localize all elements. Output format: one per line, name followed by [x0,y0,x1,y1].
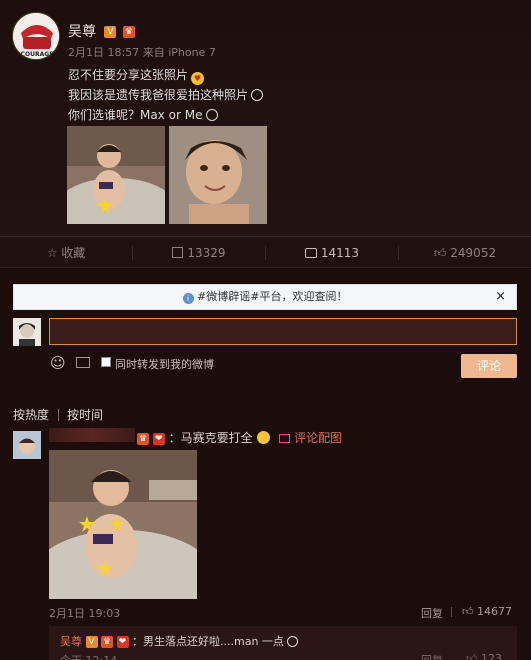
sub-comment-like-button[interactable]: 👍︎ 123 [466,652,502,660]
wink-emoji-icon [206,109,219,121]
repost-button[interactable]: 13329 [133,237,265,269]
comment-text: ：马赛克要打全 [168,431,253,445]
thumbs-up-icon: 👍︎ [466,652,478,660]
sort-divider [58,409,59,421]
comment-button[interactable]: 14113 [266,237,398,269]
commenter-avatar[interactable] [13,431,41,459]
like-button[interactable]: 👍︎ 249052 [399,237,531,269]
blurred-commenter-name[interactable] [49,428,135,442]
sub-comment-line: 吴尊 V ♛ ❤ ：男生落点还好啦....man 一点 [60,633,299,649]
image-upload-icon[interactable] [76,357,90,368]
notice-text[interactable]: #微博辟谣#平台，欢迎查阅！ [197,290,347,303]
grin-emoji-icon [251,89,264,101]
emoji-icon[interactable]: ☺ [50,354,66,372]
red-badge-icon: ❤ [152,432,165,445]
notice-close-button[interactable]: × [495,285,506,309]
source-prefix: 来自 [142,46,165,59]
post-action-bar: ☆ 收藏 13329 14113 👍︎ 249052 [0,236,531,268]
red-badge-icon: ❤ [116,636,129,648]
post-time[interactable]: 2月1日 18:57 [68,46,139,59]
sort-by-hot-tab[interactable]: 按热度 [13,406,49,423]
my-avatar[interactable] [13,318,41,346]
thumbs-up-icon: 👍︎ [462,605,474,618]
comment-image[interactable] [49,450,197,599]
author-name[interactable]: 吴尊 [68,24,96,40]
heart-eyes-emoji-icon: ♥ [191,72,205,85]
repost-icon [172,247,184,258]
rumor-notice: i #微博辟谣#平台，欢迎查阅！ × [13,284,517,310]
vip-crown-icon: ♛ [137,432,149,445]
comment-text-line: ♛ ❤ ：马赛克要打全 评论配图 [137,429,342,446]
post-meta: 2月1日 18:57 来自 iPhone 7 [68,44,216,60]
sub-comment-reply-button[interactable]: 回复 [421,652,443,660]
comment-icon [304,248,317,258]
reply-divider [451,607,452,617]
sub-comment-author[interactable]: 吴尊 [60,635,82,648]
thumbs-up-icon: 👍︎ [433,246,447,260]
sub-comment-time: 今天 12:14 [60,652,117,660]
comment-input[interactable] [49,318,517,345]
post-line-1: 忍不住要分享这张照片 ♥ [68,66,205,85]
post-line-3: 你们选谁呢？Max or Me [68,106,219,123]
submit-comment-button[interactable]: 评论 [461,354,517,378]
star-icon: ☆ [46,246,58,260]
post-photo-2[interactable] [169,126,267,224]
repost-checkbox[interactable] [101,357,111,367]
comment-reply-button[interactable]: 回复 [421,605,443,621]
verified-icon: V [104,26,117,38]
post-source[interactable]: iPhone 7 [168,46,216,59]
post-photo-1[interactable] [67,126,165,224]
repost-checkbox-label[interactable]: 同时转发到我的微博 [115,356,214,372]
vip-crown-icon: ♛ [101,636,113,648]
sunglasses-emoji-icon [287,636,299,647]
vip-crown-icon: ♛ [122,26,135,38]
author-avatar[interactable]: COURAGE [12,12,60,60]
post-line-2: 我因该是遗传我爸很爱拍这种照片 [68,86,264,103]
cat-emoji-icon [256,431,270,444]
favorite-button[interactable]: ☆ 收藏 [0,237,132,269]
sort-by-time-tab[interactable]: 按时间 [67,406,103,423]
comment-time: 2月1日 19:03 [49,607,121,620]
comment-image-link[interactable]: 评论配图 [294,431,342,445]
comment-like-button[interactable]: 👍︎ 14677 [462,605,512,618]
sub-comment-text: ：男生落点还好啦....man 一点 [132,635,284,648]
picture-icon [279,434,291,443]
info-icon: i [182,293,194,304]
author-line: 吴尊 V ♛ [68,21,135,41]
